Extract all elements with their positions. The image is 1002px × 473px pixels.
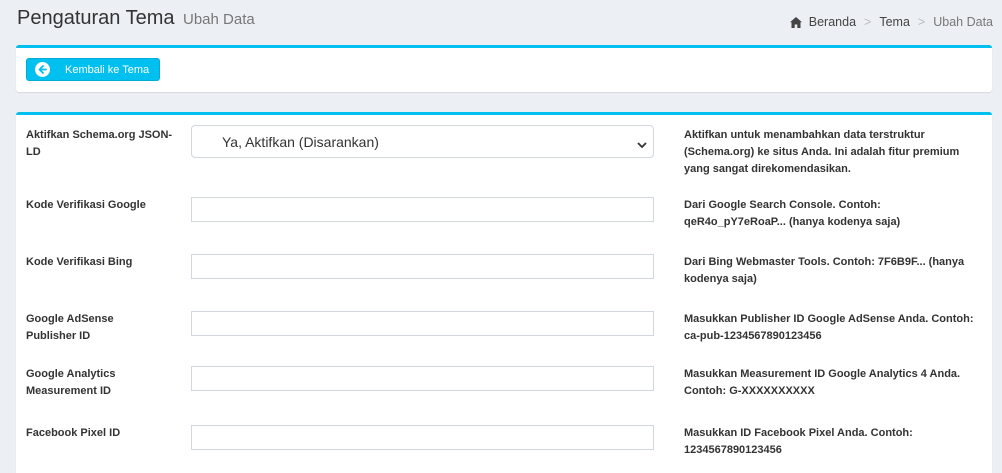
- bing-verification-help: Dari Bing Webmaster Tools. Contoh: 7F6B9…: [684, 256, 965, 285]
- facebook-pixel-label: Facebook Pixel ID: [26, 427, 121, 439]
- content-header: Pengaturan Tema Ubah Data Beranda > Tema…: [0, 0, 1002, 44]
- breadcrumb-separator: >: [864, 15, 872, 29]
- google-verification-label: Kode Verifikasi Google: [26, 199, 146, 211]
- analytics-measurement-id-input[interactable]: [191, 366, 654, 391]
- form-box: Aktifkan Schema.org JSON-LD Ya, Aktifkan…: [16, 112, 992, 473]
- facebook-pixel-id-input[interactable]: [191, 425, 654, 450]
- google-verification-input[interactable]: [191, 197, 654, 222]
- schema-help: Aktifkan untuk menambahkan data terstruk…: [684, 129, 960, 175]
- arrow-left-circle-icon: [35, 62, 50, 77]
- analytics-help: Masukkan Measurement ID Google Analytics…: [684, 368, 961, 397]
- breadcrumb: Beranda > Tema > Ubah Data: [789, 15, 993, 29]
- breadcrumb-separator: >: [917, 15, 926, 29]
- schema-label: Aktifkan Schema.org JSON-LD: [26, 129, 173, 158]
- analytics-label: Google Analytics Measurement ID: [26, 368, 116, 397]
- toolbar-box: Kembali ke Tema: [16, 45, 992, 92]
- bing-verification-input[interactable]: [191, 254, 654, 279]
- page-title: Pengaturan Tema: [17, 7, 175, 29]
- breadcrumb-home-link[interactable]: Beranda: [809, 15, 856, 29]
- schema-select[interactable]: Ya, Aktifkan (Disarankan): [191, 125, 654, 158]
- google-verification-help: Dari Google Search Console. Contoh: qeR4…: [684, 199, 901, 228]
- bing-verification-label: Kode Verifikasi Bing: [26, 256, 133, 268]
- adsense-label: Google AdSense Publisher ID: [26, 313, 114, 342]
- page-subtitle: Ubah Data: [183, 11, 255, 28]
- chevron-down-icon: [637, 137, 647, 149]
- back-to-theme-button[interactable]: Kembali ke Tema: [26, 58, 160, 81]
- schema-select-value: Ya, Aktifkan (Disarankan): [222, 133, 379, 150]
- breadcrumb-current: Ubah Data: [933, 15, 993, 29]
- facebook-pixel-help: Masukkan ID Facebook Pixel Anda. Contoh:…: [684, 427, 913, 456]
- home-icon: [789, 16, 802, 28]
- adsense-help: Masukkan Publisher ID Google AdSense And…: [684, 313, 974, 342]
- breadcrumb-theme-link[interactable]: Tema: [879, 15, 910, 29]
- adsense-publisher-id-input[interactable]: [191, 311, 654, 336]
- back-button-label: Kembali ke Tema: [65, 63, 150, 76]
